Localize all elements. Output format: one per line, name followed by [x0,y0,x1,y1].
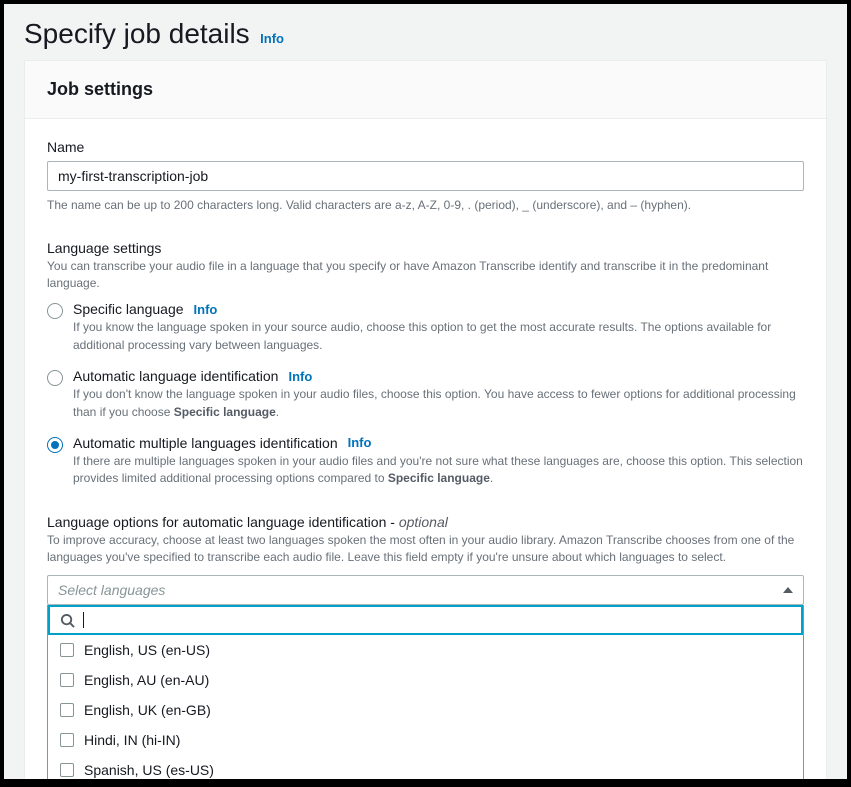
name-label: Name [47,139,804,155]
multiselect-search-input[interactable] [92,612,791,628]
name-input[interactable] [47,161,804,191]
radio-info-link[interactable]: Info [348,435,372,450]
page-info-link[interactable]: Info [260,31,284,46]
language-options-section: Language options for automatic language … [47,514,804,779]
job-settings-panel: Job settings Name The name can be up to … [24,60,827,779]
radio-info-link[interactable]: Info [194,302,218,317]
radio-description: If you don't know the language spoken in… [73,386,804,421]
text-cursor [83,612,84,628]
checkbox[interactable] [60,733,74,747]
language-settings-section: Language settings You can transcribe you… [47,240,804,488]
multiselect-trigger[interactable]: Select languages [47,575,804,605]
page-title: Specify job details [24,18,250,49]
language-option[interactable]: English, UK (en-GB) [48,695,803,725]
language-options-desc: To improve accuracy, choose at least two… [47,532,804,566]
language-option[interactable]: Hindi, IN (hi-IN) [48,725,803,755]
radio-label: Specific language [73,301,184,317]
radio-dot [51,441,59,449]
chevron-up-icon [783,587,793,593]
name-helper-text: The name can be up to 200 characters lon… [47,197,804,214]
multiselect-dropdown: English, US (en-US) English, AU (en-AU) En… [47,605,804,779]
name-field-group: Name The name can be up to 200 character… [47,139,804,214]
checkbox[interactable] [60,643,74,657]
radio-description: If you know the language spoken in your … [73,319,804,354]
checkbox[interactable] [60,673,74,687]
language-settings-desc: You can transcribe your audio file in a … [47,258,804,292]
search-icon [60,613,75,628]
checkbox[interactable] [60,763,74,777]
panel-title: Job settings [47,79,804,100]
radio-option-1[interactable]: Automatic language identification Info If … [47,368,804,421]
page-header: Specify job details Info [4,4,847,60]
radio-description: If there are multiple languages spoken i… [73,453,804,488]
language-options-title: Language options for automatic language … [47,514,804,530]
radio-button[interactable] [47,370,63,386]
language-option[interactable]: Spanish, US (es-US) [48,755,803,779]
language-option-label: English, AU (en-AU) [84,672,209,688]
language-settings-title: Language settings [47,240,804,256]
language-option-label: Spanish, US (es-US) [84,762,214,778]
language-option[interactable]: English, AU (en-AU) [48,665,803,695]
radio-button[interactable] [47,437,63,453]
multiselect-option-list: English, US (en-US) English, AU (en-AU) En… [48,635,803,779]
radio-option-2[interactable]: Automatic multiple languages identificat… [47,435,804,488]
language-option-label: English, UK (en-GB) [84,702,211,718]
language-multiselect: Select languages English, US (en- [47,575,804,779]
language-option-label: Hindi, IN (hi-IN) [84,732,180,748]
radio-option-0[interactable]: Specific language Info If you know the lan… [47,301,804,354]
language-option[interactable]: English, US (en-US) [48,635,803,665]
language-radio-group: Specific language Info If you know the lan… [47,301,804,487]
radio-label: Automatic language identification [73,368,278,384]
multiselect-placeholder: Select languages [58,582,165,598]
multiselect-search-row[interactable] [48,605,803,635]
radio-label: Automatic multiple languages identificat… [73,435,338,451]
panel-header: Job settings [25,61,826,119]
language-option-label: English, US (en-US) [84,642,210,658]
checkbox[interactable] [60,703,74,717]
radio-button[interactable] [47,303,63,319]
radio-info-link[interactable]: Info [288,369,312,384]
